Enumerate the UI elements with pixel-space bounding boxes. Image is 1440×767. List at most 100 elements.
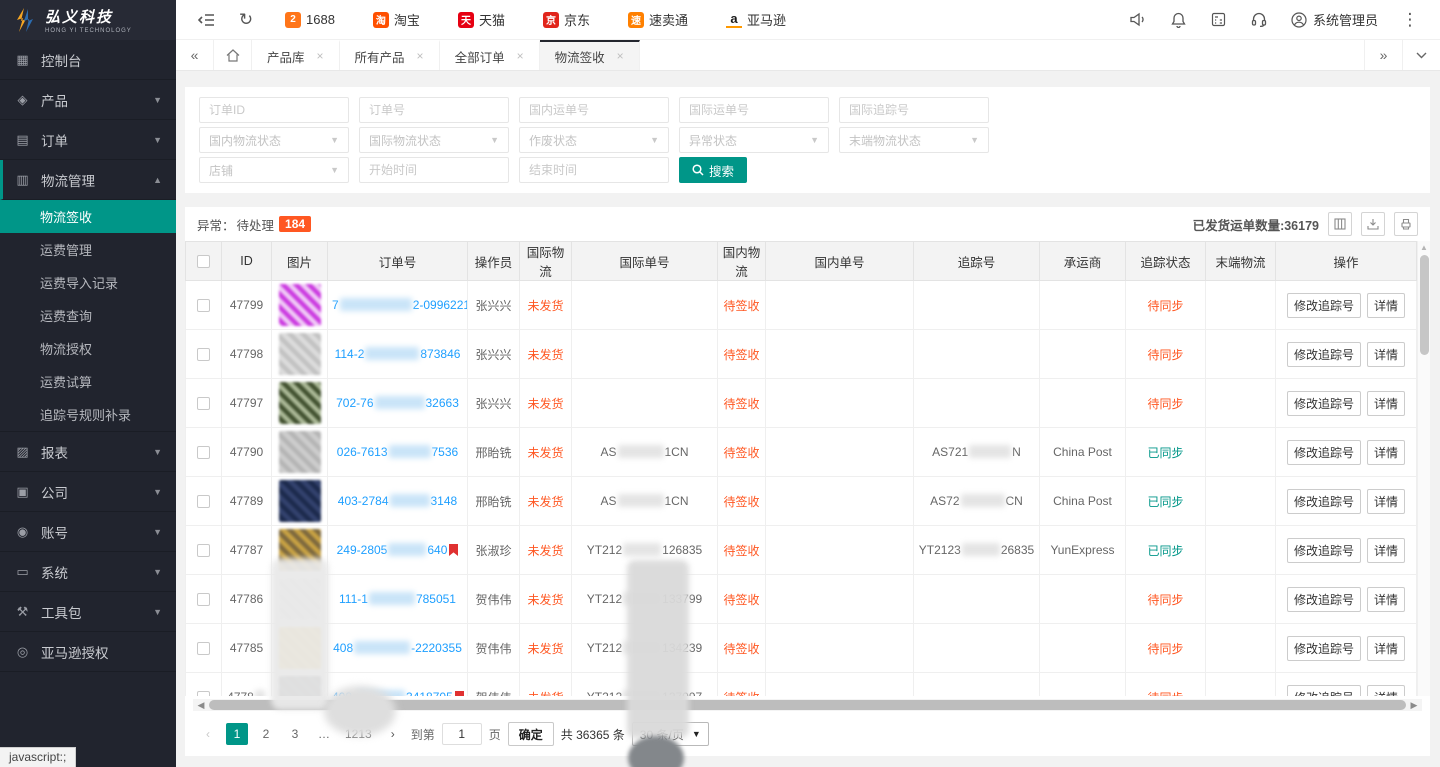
sidebar-item-logistics[interactable]: ▥物流管理▲ [0,160,176,200]
filter-select[interactable]: 国内物流状态▼ [199,127,349,153]
details-button[interactable]: 详情 [1367,636,1405,661]
close-icon[interactable]: × [317,49,324,63]
edit-tracking-button[interactable]: 修改追踪号 [1287,685,1361,697]
filter-input[interactable] [679,97,829,123]
page-number[interactable]: 1213 [342,723,375,745]
row-checkbox[interactable] [197,299,210,312]
vertical-scrollbar[interactable]: ▲ [1417,241,1430,696]
tab-物流签收[interactable]: 物流签收× [540,40,640,70]
tabs-menu-icon[interactable] [1402,40,1440,70]
notifications-bell-icon[interactable] [1159,0,1199,40]
submenu-item[interactable]: 运费试算 [0,365,176,398]
sidebar-item-order[interactable]: ▤订单▼ [0,120,176,160]
filter-select[interactable]: 店铺▼ [199,157,349,183]
prev-page-icon[interactable]: ‹ [197,723,219,745]
scroll-up-icon[interactable]: ▲ [1418,243,1430,252]
order-link[interactable]: 403-27843148 [338,494,457,508]
edit-tracking-button[interactable]: 修改追踪号 [1287,587,1361,612]
row-checkbox[interactable] [197,446,210,459]
details-button[interactable]: 详情 [1367,685,1405,697]
headset-support-icon[interactable] [1239,0,1279,40]
brand-logo[interactable]: 弘义科技 HONG YI TECHNOLOGY [0,0,176,40]
row-checkbox[interactable] [197,593,210,606]
page-number[interactable]: 3 [284,723,306,745]
details-button[interactable]: 详情 [1367,391,1405,416]
edit-tracking-button[interactable]: 修改追踪号 [1287,489,1361,514]
user-menu[interactable]: 系统管理员 [1291,10,1378,29]
marketplace-link[interactable]: 天天猫 [458,10,505,29]
edit-tracking-button[interactable]: 修改追踪号 [1287,342,1361,367]
pending-link[interactable]: 待处理 [237,215,275,234]
vertical-scrollbar-thumb[interactable] [1420,255,1429,355]
order-link[interactable]: 72-0996221 [332,298,468,312]
next-page-icon[interactable]: › [382,723,404,745]
confirm-page-button[interactable]: 确定 [508,722,554,746]
tab-所有产品[interactable]: 所有产品× [340,40,440,70]
sidebar-item-toolkit[interactable]: ⚒工具包▼ [0,592,176,632]
tabs-scroll-right-icon[interactable]: » [1364,40,1402,70]
filter-input[interactable] [839,97,989,123]
filter-select[interactable]: 作废状态▼ [519,127,669,153]
search-button[interactable]: 搜索 [679,157,747,183]
edit-tracking-button[interactable]: 修改追踪号 [1287,538,1361,563]
marketplace-link[interactable]: 京京东 [543,10,590,29]
marketplace-link[interactable]: 淘淘宝 [373,10,420,29]
page-number[interactable]: 2 [255,723,277,745]
order-link[interactable]: 026-76137536 [337,445,458,459]
row-checkbox[interactable] [197,544,210,557]
pending-count-badge[interactable]: 184 [279,216,311,232]
filter-input[interactable] [519,97,669,123]
close-icon[interactable]: × [617,49,624,63]
product-thumbnail[interactable] [279,578,321,620]
product-thumbnail[interactable] [279,676,321,696]
product-thumbnail[interactable] [279,333,321,375]
submenu-item[interactable]: 运费查询 [0,299,176,332]
filter-input[interactable] [359,97,509,123]
row-checkbox[interactable] [197,642,210,655]
filter-input[interactable] [359,157,509,183]
tabs-scroll-left-icon[interactable]: « [176,40,214,70]
order-link[interactable]: 114-2873846 [335,347,461,361]
tab-全部订单[interactable]: 全部订单× [440,40,540,70]
export-icon[interactable] [1361,212,1385,236]
details-button[interactable]: 详情 [1367,342,1405,367]
horizontal-scrollbar[interactable]: ◀ ▶ [193,699,1422,711]
order-link[interactable]: 408-3418705 [332,690,453,696]
page-number[interactable]: 1 [226,723,248,745]
edit-tracking-button[interactable]: 修改追踪号 [1287,293,1361,318]
home-tab[interactable] [214,40,252,70]
details-button[interactable]: 详情 [1367,293,1405,318]
filter-select[interactable]: 异常状态▼ [679,127,829,153]
order-link[interactable]: 408-2220355 [333,641,462,655]
announcement-icon[interactable] [1119,0,1159,40]
horizontal-scrollbar-thumb[interactable] [209,700,1406,710]
row-checkbox[interactable] [197,495,210,508]
details-button[interactable]: 详情 [1367,587,1405,612]
filter-input[interactable] [519,157,669,183]
sidebar-item-company[interactable]: ▣公司▼ [0,472,176,512]
row-checkbox[interactable] [197,397,210,410]
sidebar-item-report[interactable]: ▨报表▼ [0,432,176,472]
page-number[interactable]: … [313,723,335,745]
submenu-item[interactable]: 运费导入记录 [0,266,176,299]
submenu-item[interactable]: 运费管理 [0,233,176,266]
submenu-item[interactable]: 物流授权 [0,332,176,365]
refresh-icon[interactable]: ↻ [226,0,266,40]
sidebar-item-amazon-auth[interactable]: ◎亚马逊授权 [0,632,176,672]
per-page-select[interactable]: 30 条/页 ▼ [632,722,709,746]
edit-tracking-button[interactable]: 修改追踪号 [1287,636,1361,661]
marketplace-link[interactable]: 速速卖通 [628,10,688,29]
product-thumbnail[interactable] [279,480,321,522]
marketplace-link[interactable]: a亚马逊 [726,10,786,29]
product-thumbnail[interactable] [279,284,321,326]
order-link[interactable]: 702-7632663 [336,396,459,410]
sidebar-item-system[interactable]: ▭系统▼ [0,552,176,592]
product-thumbnail[interactable] [279,627,321,669]
sidebar-item-console[interactable]: ▦控制台 [0,40,176,80]
close-icon[interactable]: × [517,49,524,63]
edit-tracking-button[interactable]: 修改追踪号 [1287,391,1361,416]
scroll-left-icon[interactable]: ◀ [195,700,207,711]
close-icon[interactable]: × [417,49,424,63]
goto-page-input[interactable] [442,723,482,745]
calculator-icon[interactable] [1199,0,1239,40]
